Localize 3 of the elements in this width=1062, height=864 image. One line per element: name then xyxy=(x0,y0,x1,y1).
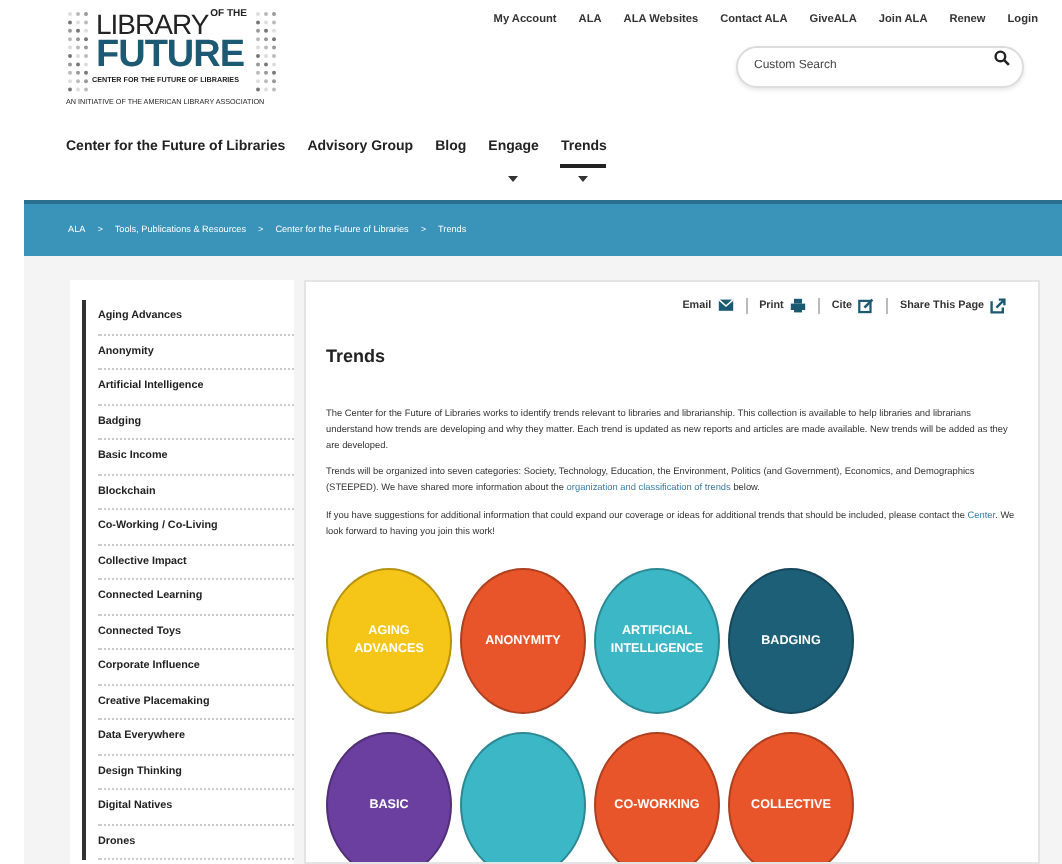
logo-text: FUTURE xyxy=(96,38,245,75)
page-title: Trends xyxy=(326,344,388,371)
logo-text: LIBRARY xyxy=(96,10,209,38)
